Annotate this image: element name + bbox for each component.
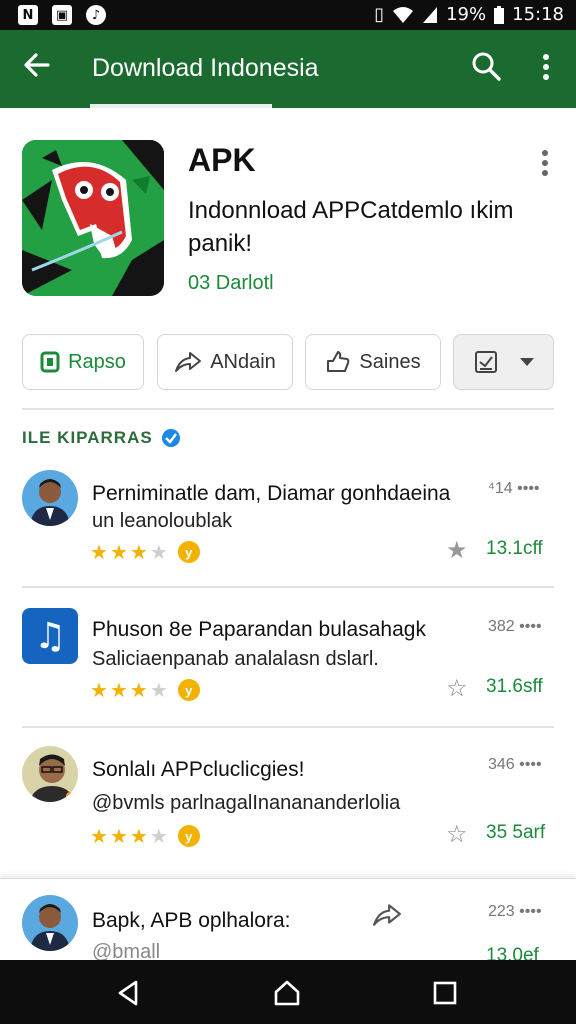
star-icon: ★ <box>149 678 168 702</box>
app-more-icon[interactable] <box>540 150 550 180</box>
list-item[interactable]: ♫ Phuson 8e Paparandan bulasahagk Salici… <box>0 606 576 746</box>
download-count: 03 Darlotl <box>188 272 274 294</box>
clock: 15:18 <box>512 4 564 25</box>
home-icon <box>274 980 300 1006</box>
star-icon: ★ <box>90 678 108 702</box>
rating-stars: ★ ★ ★ ★ y <box>90 540 200 564</box>
battery-icon <box>494 5 505 24</box>
app-icon[interactable] <box>22 140 164 296</box>
battery-percent: 19% <box>446 4 487 25</box>
item-title: Perniminatle dam, Diamar gonhdaeina <box>92 482 451 505</box>
install-button[interactable]: Rapso <box>22 334 144 390</box>
avatar <box>22 746 78 802</box>
card-item[interactable]: Bapk, APB oplhalora: @bmall 223 •••• 13.… <box>0 878 576 966</box>
saines-label: Saines <box>359 350 421 373</box>
vibrate-icon: ▯ <box>374 4 385 25</box>
share-label: ANdain <box>210 350 276 373</box>
star-icon: ★ <box>109 540 128 564</box>
wifi-icon <box>393 6 414 23</box>
star-icon: ★ <box>90 824 108 848</box>
app-bar: Download Indonesia <box>0 30 576 108</box>
notification-icons: N ▣ ♪ <box>18 5 106 25</box>
app-description: Indonnload APPCatdemlo ıkim panik! <box>188 197 514 257</box>
item-subtitle: un leanoloublak <box>92 510 233 532</box>
item-title: Sonlalı APPcluclicgies! <box>92 758 305 781</box>
item-subtitle: Saliciaenpanab analalasn dslarl. <box>92 648 379 670</box>
rating-stars: ★ ★ ★ ★ y <box>90 678 200 702</box>
coin-icon: y <box>177 825 200 847</box>
favorite-star-icon[interactable]: ★ <box>446 536 468 564</box>
share-button[interactable]: ANdain <box>157 334 293 390</box>
list-item[interactable]: Sonlalı APPcluclicgies! @bvmls parlnagal… <box>0 744 576 884</box>
arrow-left-icon <box>24 53 50 77</box>
divider <box>22 586 554 588</box>
item-size: 31.6sff <box>486 676 543 697</box>
app-header: APK Indonnload APPCatdemlo ıkim panik! 0… <box>0 108 576 318</box>
status-indicators: ▯ 19% 15:18 <box>374 4 564 25</box>
nav-back-button[interactable] <box>114 978 144 1008</box>
more-vert-icon[interactable] <box>540 54 552 84</box>
section-title: ILE KIPARRAS <box>22 428 181 448</box>
divider <box>22 726 554 728</box>
back-button[interactable] <box>22 50 54 84</box>
star-icon: ★ <box>90 540 108 564</box>
saines-button[interactable]: Saines <box>305 334 441 390</box>
star-icon: ★ <box>109 678 128 702</box>
coin-icon: y <box>177 541 200 563</box>
search-button[interactable] <box>470 50 506 86</box>
section-label: ILE KIPARRAS <box>22 428 153 447</box>
share-icon[interactable] <box>372 903 402 932</box>
music-app-icon: ♫ <box>22 608 78 664</box>
signal-icon <box>423 6 438 23</box>
item-subtitle: @bvmls parlnagalInanananderlolia <box>92 792 401 814</box>
star-icon: ★ <box>149 824 168 848</box>
verified-icon <box>161 429 180 447</box>
item-size: 35 5arf <box>486 822 546 843</box>
favorite-star-outline-icon[interactable]: ☆ <box>446 674 468 702</box>
avatar <box>22 470 78 526</box>
chevron-down-icon <box>519 358 534 366</box>
status-bar: N ▣ ♪ ▯ 19% 15:18 <box>0 0 576 30</box>
share-icon <box>175 352 202 372</box>
square-recents-icon <box>433 981 457 1005</box>
item-title: Phuson 8e Paparandan bulasahagk <box>92 618 426 641</box>
favorite-star-outline-icon[interactable]: ☆ <box>446 820 468 848</box>
item-title: Bapk, APB oplhalora: <box>92 909 291 932</box>
triangle-back-icon <box>118 980 138 1006</box>
rating-stars: ★ ★ ★ ★ y <box>90 824 200 848</box>
coin-icon: y <box>177 679 200 701</box>
install-icon <box>40 351 60 373</box>
thumb-icon <box>327 351 350 372</box>
nav-home-button[interactable] <box>272 978 302 1008</box>
search-icon <box>472 52 501 81</box>
item-rank: 346 •••• <box>488 756 542 773</box>
notification-icon-n: N <box>18 5 38 25</box>
item-rank: ⁴14 •••• <box>488 480 540 497</box>
star-icon: ★ <box>129 540 148 564</box>
item-rank: 223 •••• <box>488 903 542 920</box>
notification-icon-music: ♪ <box>86 5 106 25</box>
avatar <box>22 895 78 951</box>
install-label: Rapso <box>68 350 126 373</box>
star-icon: ★ <box>129 824 148 848</box>
navigation-bar <box>0 960 576 1024</box>
checkbox-icon <box>474 351 497 373</box>
divider <box>22 408 554 410</box>
star-icon: ★ <box>149 540 168 564</box>
notification-icon-image: ▣ <box>52 5 72 25</box>
nav-recents-button[interactable] <box>430 978 460 1008</box>
star-icon: ★ <box>129 678 148 702</box>
item-rank: 382 •••• <box>488 618 542 635</box>
action-row: Rapso ANdain Saines <box>0 334 576 392</box>
app-name: APK <box>188 142 256 178</box>
monster-logo-icon <box>22 140 164 296</box>
app-bar-title: Download Indonesia <box>92 54 319 82</box>
item-size: 13.1cff <box>486 538 543 559</box>
wishlist-dropdown[interactable] <box>453 334 554 390</box>
star-icon: ★ <box>109 824 128 848</box>
